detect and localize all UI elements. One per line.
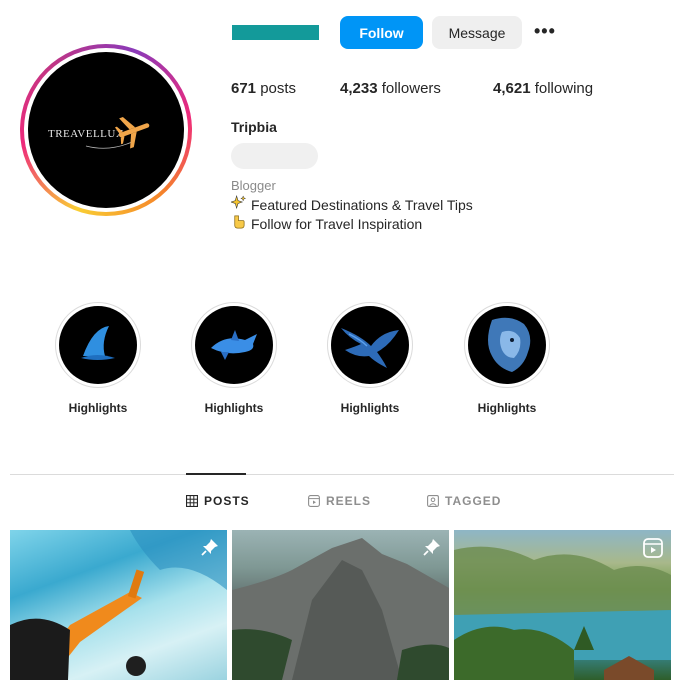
highlight-cover — [468, 306, 546, 384]
highlight-ring — [55, 302, 141, 388]
reels-icon — [308, 495, 320, 507]
followers-count: 4,233 — [340, 80, 378, 97]
profile-avatar-ring[interactable]: TREAVELLUX — [20, 44, 192, 216]
posts-count: 671 — [231, 80, 257, 97]
avatar-gap: TREAVELLUX — [24, 48, 188, 212]
tab-posts-label: POSTS — [204, 494, 250, 508]
profile-full-name: Tripbia — [231, 119, 277, 135]
highlight-ring — [327, 302, 413, 388]
highlight-label: Highlights — [68, 401, 128, 415]
bio-line: Follow for Travel Inspiration — [231, 214, 422, 232]
tab-reels-label: REELS — [326, 494, 372, 508]
posts-label: posts — [260, 80, 297, 97]
highlight-label: Highlights — [477, 401, 537, 415]
tab-tagged[interactable]: TAGGED — [427, 494, 501, 508]
tab-tagged-label: TAGGED — [445, 494, 502, 508]
highlight-cover — [195, 306, 273, 384]
highlight-item[interactable]: Highlights — [53, 302, 143, 415]
highlight-item[interactable]: Highlights — [325, 302, 415, 415]
stat-following[interactable]: 4,621 following — [493, 80, 593, 97]
stat-followers[interactable]: 4,233 followers — [340, 80, 441, 97]
tab-reels[interactable]: REELS — [308, 494, 371, 508]
tabs-divider — [10, 474, 674, 475]
profile-stats: 671 posts 4,233 followers 4,621 followin… — [231, 80, 651, 100]
tab-posts[interactable]: POSTS — [186, 494, 250, 508]
highlight-label: Highlights — [340, 401, 400, 415]
stat-posts: 671 posts — [231, 80, 296, 97]
shark-icon — [211, 330, 257, 360]
post-image — [454, 546, 671, 680]
grid-icon — [186, 495, 198, 507]
profile-category: Blogger — [231, 178, 276, 193]
followers-label: followers — [381, 80, 441, 97]
sparkles-icon — [230, 194, 247, 213]
bio-text: Featured Destinations & Travel Tips — [251, 197, 473, 213]
follow-button[interactable]: Follow — [340, 16, 423, 49]
following-label: following — [534, 80, 594, 97]
post-thumbnail[interactable] — [10, 530, 227, 680]
highlight-label: Highlights — [204, 401, 264, 415]
pin-icon — [201, 539, 218, 556]
reel-icon — [643, 538, 663, 558]
highlight-ring — [464, 302, 550, 388]
avatar[interactable]: TREAVELLUX — [28, 52, 184, 208]
highlight-cover — [59, 306, 137, 384]
redacted-pill — [231, 143, 318, 169]
more-options-icon[interactable]: ••• — [534, 20, 558, 44]
lion-icon — [488, 317, 531, 372]
highlight-item[interactable]: Highlights — [189, 302, 279, 415]
post-image — [232, 538, 449, 680]
active-tab-indicator — [186, 473, 246, 475]
bio-line: Featured Destinations & Travel Tips — [230, 194, 473, 213]
airplane-icon — [114, 117, 150, 149]
highlight-cover — [331, 306, 409, 384]
pointing-hand-icon — [231, 214, 247, 232]
pin-icon — [423, 539, 440, 556]
username-redacted — [232, 25, 319, 40]
bio-text: Follow for Travel Inspiration — [251, 216, 423, 232]
post-image — [10, 530, 227, 680]
shark-fin-icon — [81, 326, 115, 360]
post-thumbnail[interactable] — [454, 530, 671, 680]
message-button[interactable]: Message — [432, 16, 522, 49]
highlight-item[interactable]: Highlights — [462, 302, 552, 415]
following-count: 4,621 — [493, 80, 531, 97]
eagle-icon — [341, 328, 399, 368]
tagged-icon — [427, 495, 439, 507]
highlight-ring — [191, 302, 277, 388]
post-thumbnail[interactable] — [232, 530, 449, 680]
